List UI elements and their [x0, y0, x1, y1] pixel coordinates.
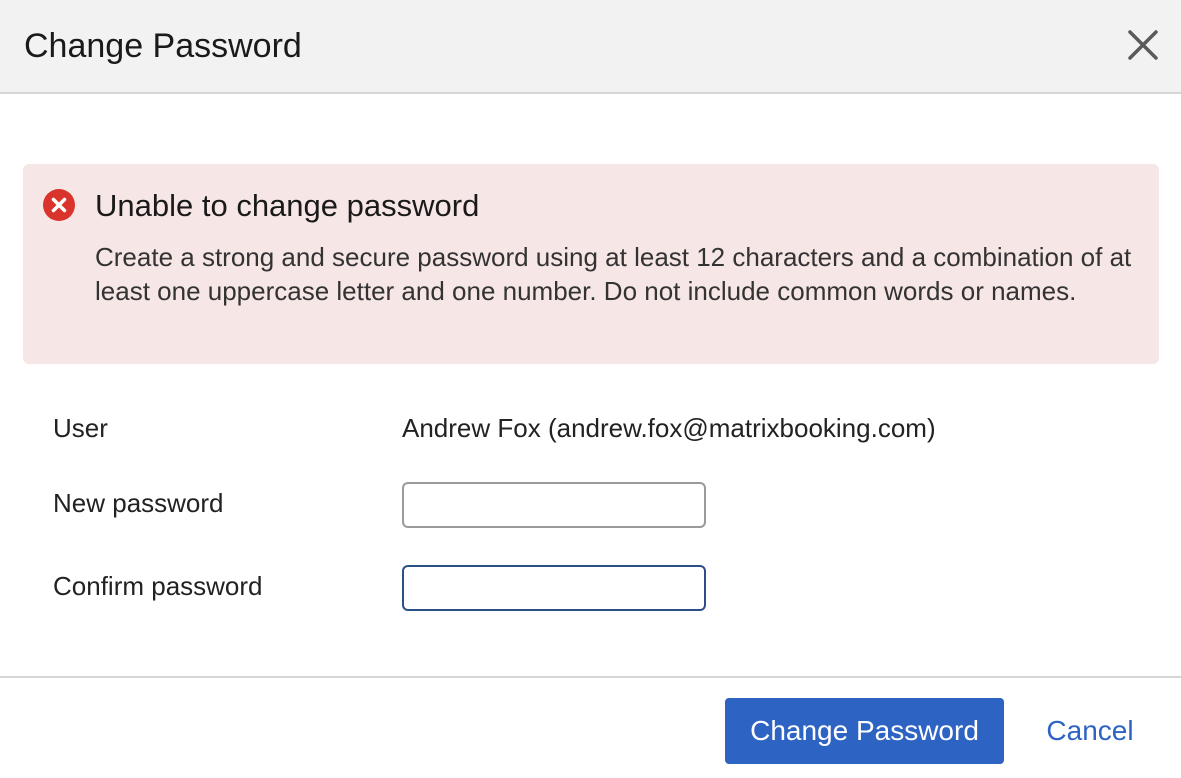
user-label: User [53, 413, 108, 443]
error-alert: Unable to change password Create a stron… [23, 164, 1159, 364]
confirm-password-label: Confirm password [53, 571, 263, 601]
alert-title: Unable to change password [95, 188, 480, 223]
footer-divider [0, 676, 1181, 678]
alert-message: Create a strong and secure password usin… [95, 242, 1132, 306]
cancel-button[interactable]: Cancel [1040, 698, 1140, 764]
error-circle-icon [43, 189, 75, 221]
dialog-header: Change Password [0, 0, 1181, 94]
change-password-button[interactable]: Change Password [725, 698, 1004, 764]
new-password-label: New password [53, 488, 224, 518]
new-password-input[interactable] [402, 482, 706, 528]
dialog-title: Change Password [24, 27, 302, 65]
close-button[interactable] [1124, 26, 1162, 64]
close-icon [1128, 30, 1158, 60]
user-value: Andrew Fox (andrew.fox@matrixbooking.com… [402, 413, 936, 443]
change-password-dialog: Change Password Unable to change passwor… [0, 0, 1181, 778]
confirm-password-input[interactable] [402, 565, 706, 611]
